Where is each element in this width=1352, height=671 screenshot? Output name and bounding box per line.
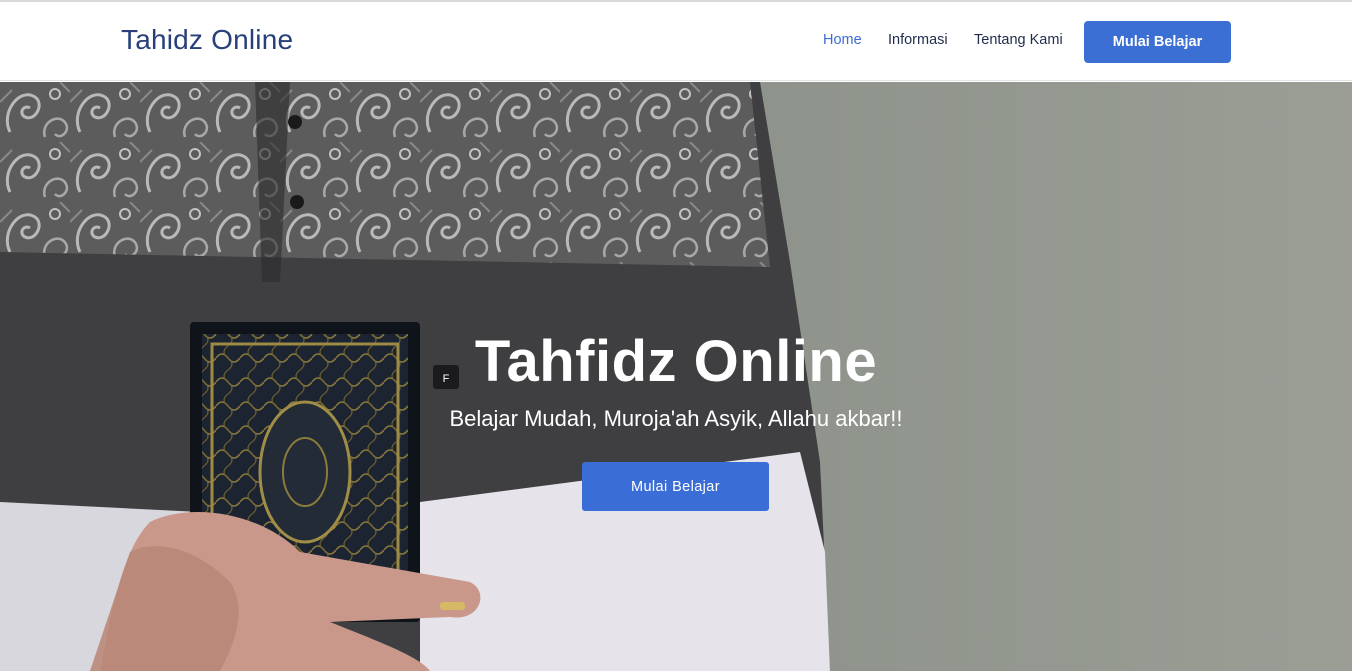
hero-start-learning-button[interactable]: Mulai Belajar: [582, 462, 769, 511]
nav-link-informasi[interactable]: Informasi: [888, 32, 948, 48]
nav-link-home[interactable]: Home: [823, 32, 862, 48]
brand-logo[interactable]: Tahidz Online: [121, 24, 293, 56]
navbar: Tahidz Online Home Informasi Tentang Kam…: [0, 2, 1352, 81]
hero-section: F Tahfidz Online Belajar Mudah, Muroja'a…: [0, 82, 1352, 671]
hero-title: Tahfidz Online: [474, 329, 878, 394]
nav-link-tentang-kami[interactable]: Tentang Kami: [974, 32, 1063, 48]
hero-subtitle: Belajar Mudah, Muroja'ah Asyik, Allahu a…: [449, 406, 903, 431]
nav-start-learning-button[interactable]: Mulai Belajar: [1084, 21, 1231, 63]
